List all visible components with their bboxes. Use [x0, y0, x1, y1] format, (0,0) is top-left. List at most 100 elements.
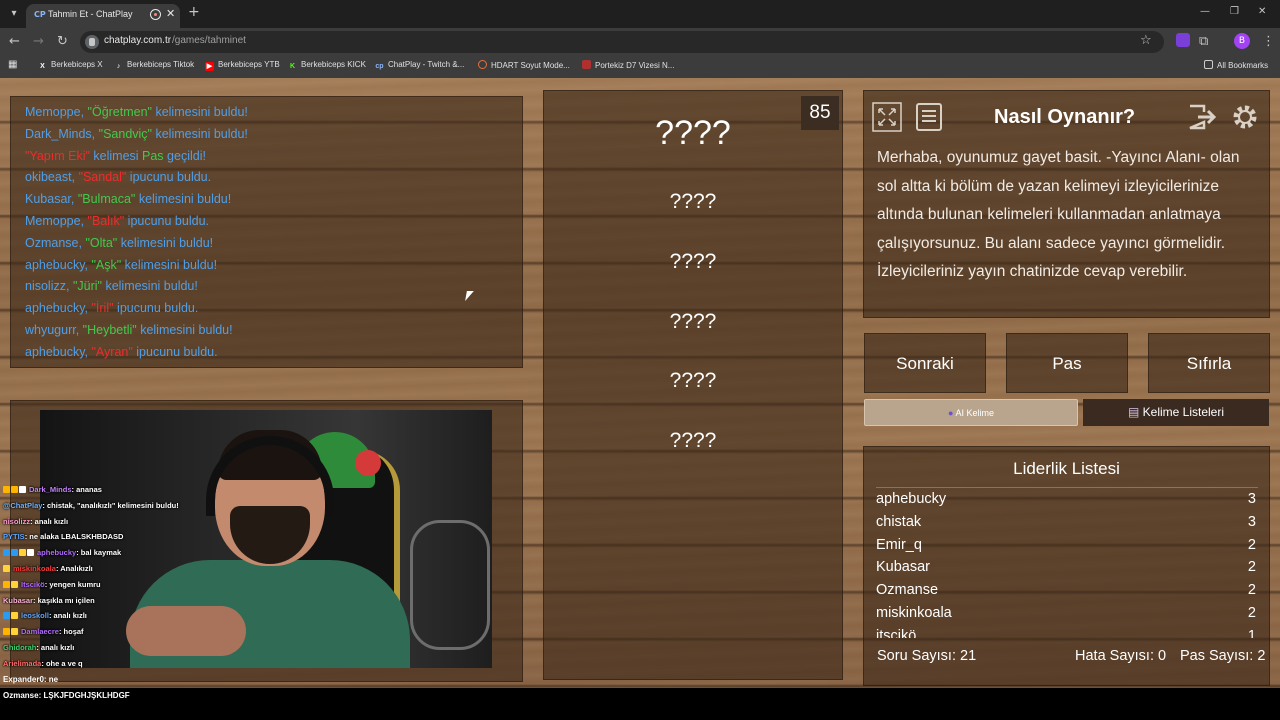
player-name: aphebucky — [876, 491, 947, 507]
log-text: kelimesini buldu! — [151, 105, 248, 119]
bookmark-item[interactable]: Portekiz D7 Vizesi N... — [582, 60, 674, 70]
badge-icon — [3, 580, 10, 588]
apps-grid-icon[interactable]: ▦ — [8, 59, 17, 70]
forward-icon[interactable]: → — [33, 34, 44, 49]
exit-icon[interactable] — [1186, 100, 1220, 134]
browser-tab[interactable]: CP Tahmin Et - ChatPlay ✕ — [26, 4, 180, 28]
close-window-icon[interactable]: ✕ — [1258, 6, 1266, 17]
log-entry: aphebucky, "Aşk" kelimesini buldu! — [25, 258, 217, 272]
log-entry: Kubasar, "Bulmaca" kelimesini buldu! — [25, 192, 231, 206]
leaderboard-title: Liderlik Listesi — [1013, 459, 1120, 478]
new-tab-icon[interactable]: + — [188, 4, 200, 20]
bookmark-label: HDART Soyut Mode... — [491, 61, 570, 70]
bookmark-star-icon[interactable]: ☆ — [1140, 33, 1152, 48]
bookmark-label: ChatPlay - Twitch &... — [388, 60, 465, 69]
all-bookmarks[interactable]: All Bookmarks — [1204, 60, 1268, 70]
log-entry: whyugurr, "Heybetli" kelimesini buldu! — [25, 323, 233, 337]
bookmark-item[interactable]: X Berkebiceps X — [38, 60, 102, 71]
badge-icon — [11, 486, 18, 493]
badge-icon — [3, 612, 10, 620]
reload-icon[interactable]: ↻ — [57, 34, 68, 49]
menu-icon[interactable]: ⋮ — [1262, 34, 1275, 49]
chat-text: : ne — [43, 675, 59, 684]
chat-message: PYTIS: ne alaka LBALSKHBDASD — [3, 532, 123, 541]
leaderboard-list[interactable]: aphebucky 3 chistak 3 Emir_q 2 Kubasar 2 Ozmanse… — [876, 490, 1258, 638]
player-name: Emir_q — [876, 536, 922, 553]
hint-word: ???? — [669, 429, 717, 452]
log-entry: Memoppe, "Öğretmen" kelimesini buldu! — [25, 105, 248, 119]
profile-avatar[interactable]: B — [1234, 33, 1250, 49]
log-text: geçildi! — [163, 148, 206, 163]
bookmark-item[interactable]: HDART Soyut Mode... — [478, 60, 570, 70]
leaderboard-row: Kubasar 2 — [876, 559, 1258, 581]
chat-message: @ChatPlay: chistak, "analıkızlı" kelimes… — [3, 501, 179, 510]
close-tab-icon[interactable]: ✕ — [166, 7, 175, 20]
chat-text: : analı kızlı — [48, 611, 87, 621]
bookmark-item[interactable]: cp ChatPlay - Twitch &... — [375, 60, 464, 71]
chat-message: Ghidorah: analı kızlı — [3, 643, 74, 652]
pass-button[interactable]: Pas — [1006, 333, 1128, 393]
document-icon[interactable] — [912, 100, 946, 134]
word-lists-tab[interactable]: ▤ Kelime Listeleri — [1083, 399, 1269, 426]
chat-username: Itscikö — [21, 579, 45, 589]
player-score: 2 — [1247, 559, 1256, 576]
back-icon[interactable]: ← — [9, 34, 20, 49]
log-text: "İril" — [91, 301, 114, 316]
fullscreen-icon[interactable] — [870, 100, 904, 134]
player-score: 2 — [1247, 582, 1256, 599]
chat-message: Kubasar: kaşıkla mı içilen — [3, 596, 95, 605]
bookmark-item[interactable]: ▶ Berkebiceps YTB — [205, 60, 280, 71]
chat-username: Damlaecre — [21, 627, 59, 637]
log-text: ipucunu buldu. — [113, 301, 199, 316]
minimize-icon[interactable]: — — [1200, 6, 1210, 17]
log-text: Pas — [142, 148, 164, 163]
badge-icon — [11, 580, 18, 588]
chat-username: @ChatPlay — [3, 500, 43, 510]
log-text: "Öğretmen" — [87, 105, 152, 119]
chat-text: : Analıkızlı — [55, 564, 93, 573]
chat-message: Ozmanse: LŞKJFDGHJŞKLHDGF — [3, 691, 130, 700]
log-text: ipucunu buldu. — [132, 344, 218, 359]
leaderboard-row: chistak 3 — [876, 514, 1258, 536]
badge-icon — [3, 549, 10, 557]
bookmark-item[interactable]: K Berkebiceps KICK — [288, 60, 366, 71]
player-name: Ozmanse — [876, 582, 939, 599]
leaderboard-row: Ozmanse 2 — [876, 582, 1258, 604]
chat-message: leoskoll: analı kızlı — [3, 611, 87, 620]
chat-badges — [3, 485, 27, 494]
tab-search-icon[interactable]: ▾ — [6, 6, 22, 22]
word-lists-label: Kelime Listeleri — [1142, 405, 1225, 419]
extensions-icon[interactable]: ⧉ — [1199, 34, 1208, 49]
restore-icon[interactable]: ❐ — [1230, 6, 1239, 17]
log-text: "Olta" — [85, 235, 118, 250]
player-name: chistak — [876, 513, 922, 530]
ai-word-tab[interactable]: ● AI Kelime — [864, 399, 1078, 426]
log-entry: Memoppe, "Balık" ipucunu buldu. — [25, 214, 209, 228]
chat-message: Damlaecre: hoşaf — [3, 627, 84, 636]
folder-icon — [1204, 60, 1213, 69]
log-text: "Sandviç" — [98, 126, 152, 141]
chatplay-icon: cp — [375, 63, 384, 70]
chat-message: Expander0: ne — [3, 675, 58, 684]
log-entry: "Yapım Eki" kelimesi Pas geçildi! — [25, 149, 206, 163]
bookmark-label: Berkebiceps YTB — [218, 60, 280, 69]
site-info-icon[interactable] — [85, 35, 99, 49]
log-text: Dark_Minds, — [25, 126, 99, 141]
log-text: kelimesini buldu! — [101, 279, 198, 294]
ai-word-label: AI Kelime — [955, 408, 994, 418]
settings-gear-icon[interactable] — [1228, 100, 1262, 134]
log-text: aphebucky, — [25, 257, 92, 272]
bookmark-item[interactable]: ♪ Berkebiceps Tiktok — [114, 60, 194, 71]
list-icon: ▤ — [1127, 405, 1140, 419]
badge-icon — [19, 486, 26, 493]
next-button[interactable]: Sonraki — [864, 333, 986, 393]
log-text: "Jüri" — [72, 279, 102, 294]
log-text: "Yapım Eki" — [25, 148, 90, 163]
chat-message: miskinkoala: Analıkızlı — [3, 564, 93, 573]
bookmark-label: Portekiz D7 Vizesi N... — [595, 61, 675, 70]
chat-username: miskinkoala — [13, 564, 56, 573]
reset-button[interactable]: Sıfırla — [1148, 333, 1270, 393]
address-bar[interactable]: chatplay.com.tr /games/tahminet ☆ — [80, 31, 1164, 53]
log-text: "Sandal" — [78, 170, 127, 185]
chat-text: : analı kızlı — [36, 643, 75, 652]
